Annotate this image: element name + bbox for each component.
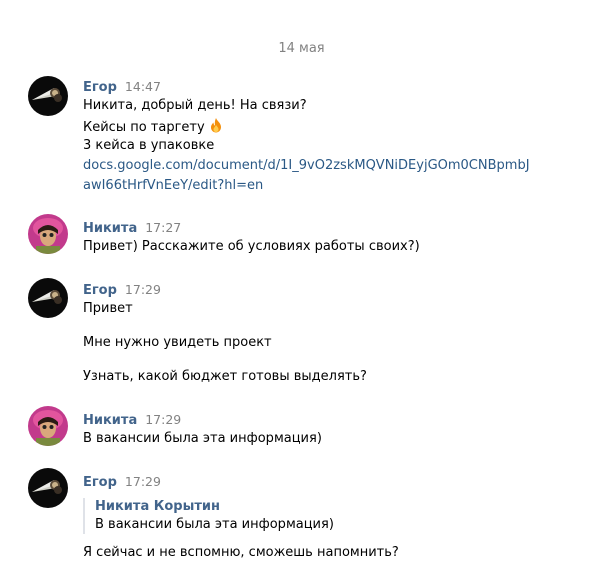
message-text-with-emoji: Кейсы по таргету <box>83 117 224 139</box>
quote-author[interactable]: Никита Корытин <box>95 498 334 516</box>
author-name[interactable]: Егор <box>83 283 117 298</box>
message-block: Никита 17:27 Привет) Расскажите об услови… <box>28 214 588 258</box>
author-name[interactable]: Никита <box>83 413 137 428</box>
message-text: Узнать, какой бюджет готовы выделять? <box>83 369 367 384</box>
avatar-nikita[interactable] <box>28 406 68 446</box>
author-name[interactable]: Никита <box>83 221 137 236</box>
document-link[interactable]: docs.google.com/document/d/1I_9vO2zskMQV… <box>83 157 530 175</box>
message-text: Никита, добрый день! На связи? <box>83 98 307 113</box>
message-time[interactable]: 17:29 <box>125 282 161 297</box>
quote-text: В вакансии была эта информация) <box>95 517 334 532</box>
message-time[interactable]: 17:29 <box>125 474 161 489</box>
avatar-egor[interactable] <box>28 468 68 508</box>
message-header: Егор 14:47 <box>83 79 161 96</box>
message-time[interactable]: 14:47 <box>125 79 161 94</box>
message-header: Никита 17:29 <box>83 412 181 429</box>
date-separator: 14 мая <box>278 41 325 56</box>
message-text: Привет) Расскажите об условиях работы св… <box>83 239 420 254</box>
fire-icon <box>208 117 224 139</box>
message-text: Кейсы по таргету <box>83 120 205 135</box>
message-text: 3 кейса в упаковке <box>83 138 215 153</box>
message-text: Я сейчас и не вспомню, сможешь напомнить… <box>83 545 399 560</box>
avatar-egor[interactable] <box>28 278 68 318</box>
message-header: Егор 17:29 <box>83 282 161 299</box>
avatar-egor[interactable] <box>28 76 68 116</box>
message-block: Егор 17:29 Привет Мне нужно увидеть проек… <box>28 278 588 388</box>
message-block: Егор 17:29 Никита Корытин В вакансии была… <box>28 468 588 568</box>
message-text: В вакансии была эта информация) <box>83 431 322 446</box>
message-header: Егор 17:29 <box>83 474 161 491</box>
message-text: Мне нужно увидеть проект <box>83 335 272 350</box>
message-block: Никита 17:29 В вакансии была эта информац… <box>28 406 588 450</box>
avatar-nikita[interactable] <box>28 214 68 254</box>
author-name[interactable]: Егор <box>83 475 117 490</box>
message-time[interactable]: 17:29 <box>145 412 181 427</box>
message-time[interactable]: 17:27 <box>145 220 181 235</box>
author-name[interactable]: Егор <box>83 80 117 95</box>
forwarded-quote[interactable]: Никита Корытин В вакансии была эта инфор… <box>83 498 334 534</box>
message-header: Никита 17:27 <box>83 220 181 237</box>
document-link-continued[interactable]: awI66tHrfVnEeY/edit?hl=en <box>83 177 263 195</box>
message-text: Привет <box>83 301 133 316</box>
message-block: Егор 14:47 Никита, добрый день! На связи?… <box>28 76 588 196</box>
